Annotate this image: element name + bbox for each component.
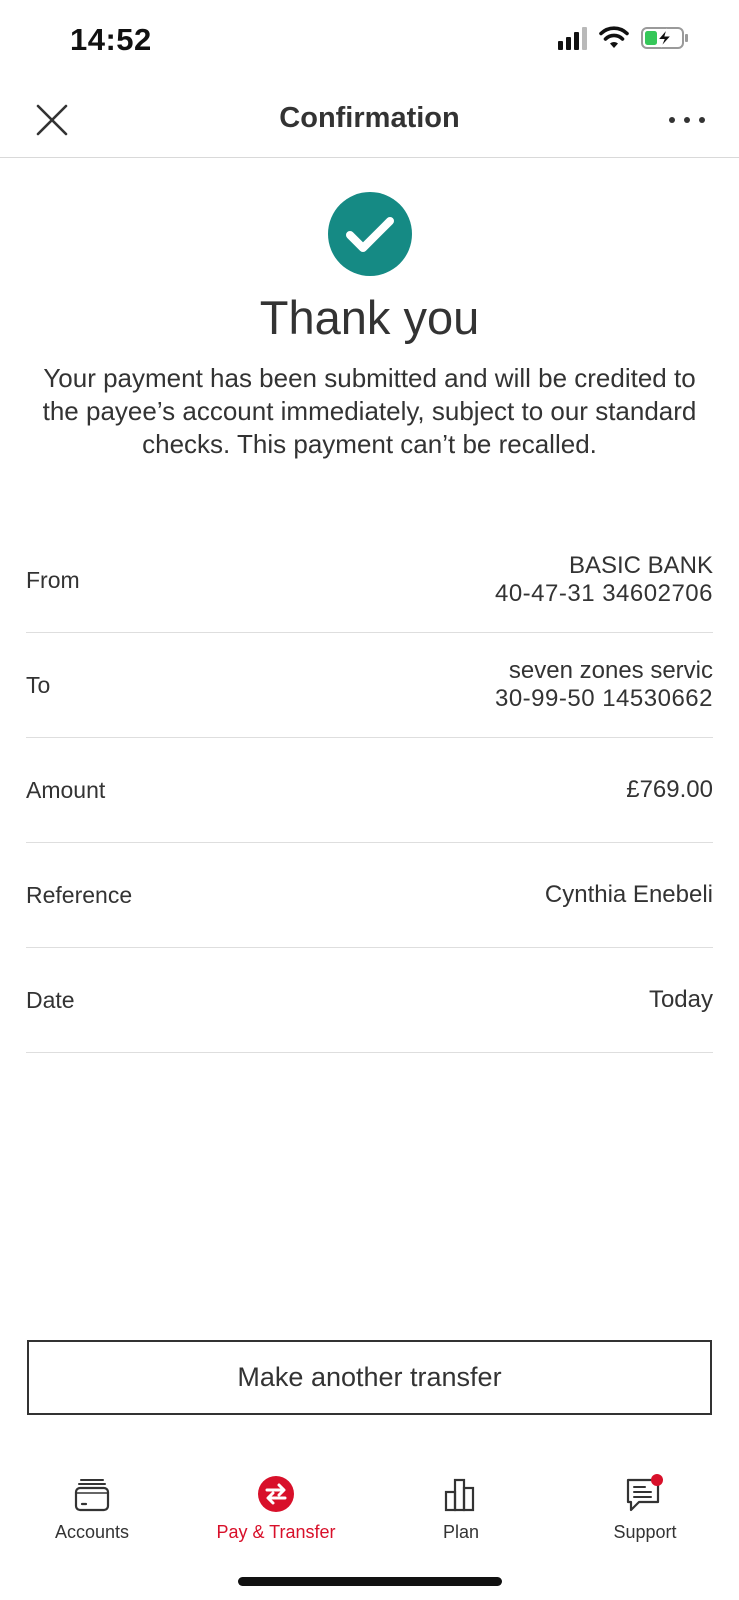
wallet-icon (74, 1479, 110, 1512)
detail-row-to: To seven zones servic 30-99-50 14530662 (26, 633, 713, 738)
more-dot (699, 117, 705, 123)
date-value: Today (648, 986, 713, 1013)
payment-details: From BASIC BANK 40-47-31 34602706 To sev… (26, 528, 713, 1053)
notification-badge (651, 1474, 663, 1486)
from-account-number: 40-47-31 34602706 (494, 580, 713, 607)
detail-value: seven zones servic 30-99-50 14530662 (495, 657, 713, 713)
tab-accounts[interactable]: Accounts (12, 1472, 172, 1543)
status-time: 14:52 (70, 22, 152, 57)
home-indicator[interactable] (238, 1577, 502, 1586)
tab-label: Pay & Transfer (216, 1522, 336, 1542)
detail-label: From (26, 566, 80, 593)
reference-value: Cynthia Enebeli (544, 881, 713, 908)
tab-label: Plan (442, 1522, 480, 1542)
more-dot (684, 117, 690, 123)
detail-row-reference: Reference Cynthia Enebeli (26, 843, 713, 948)
amount-value: £769.00 (626, 776, 713, 803)
tab-plan[interactable]: Plan (381, 1472, 541, 1543)
tab-pay-transfer[interactable]: Pay & Transfer (196, 1472, 356, 1543)
tab-label: Support (613, 1522, 677, 1542)
make-another-transfer-button[interactable]: Make another transfer (27, 1340, 712, 1415)
detail-value: BASIC BANK 40-47-31 34602706 (495, 552, 713, 608)
detail-label: Amount (26, 776, 106, 803)
more-options-button[interactable] (665, 102, 709, 138)
detail-label: Date (26, 986, 75, 1013)
payee-name: seven zones servic (508, 657, 713, 684)
detail-row-amount: Amount £769.00 (26, 738, 713, 843)
wifi-icon (599, 26, 629, 48)
detail-row-from: From BASIC BANK 40-47-31 34602706 (26, 528, 713, 633)
detail-label: To (26, 671, 51, 698)
status-bar: 14:52 (0, 0, 739, 84)
battery-charging-icon (641, 27, 688, 49)
cellular-signal-icon (558, 26, 587, 50)
confirmation-message: Your payment has been submitted and will… (42, 363, 697, 459)
transfer-icon (258, 1476, 294, 1512)
tab-label: Accounts (54, 1522, 130, 1542)
thank-you-title: Thank you (259, 291, 480, 344)
page-title: Confirmation (279, 102, 460, 134)
tab-support[interactable]: Support (565, 1472, 725, 1543)
bar-chart-icon (444, 1478, 475, 1512)
confirmation-screen: 14:52 Confirmation Thank you Your paymen… (0, 0, 739, 1600)
navigation-header: Confirmation (0, 84, 739, 158)
detail-label: Reference (26, 881, 133, 908)
detail-row-date: Date Today (26, 948, 713, 1053)
from-account-name: BASIC BANK (568, 552, 713, 579)
success-check-icon (328, 192, 412, 276)
status-icons (558, 26, 689, 50)
more-dot (669, 117, 675, 123)
chat-icon (626, 1474, 663, 1512)
payee-account-number: 30-99-50 14530662 (494, 685, 713, 712)
